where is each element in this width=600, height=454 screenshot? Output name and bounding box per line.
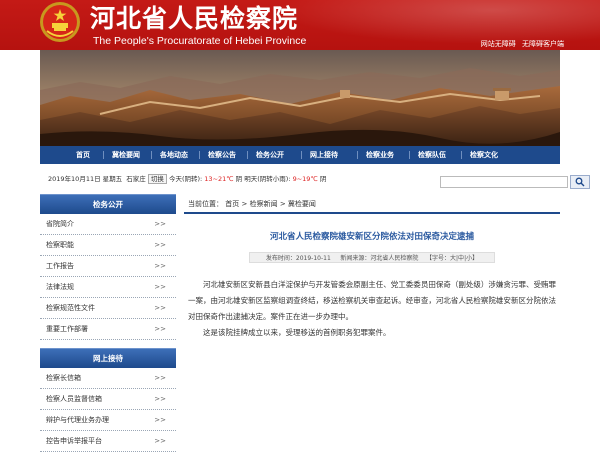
nav-team[interactable]: 检察队伍 <box>418 146 446 164</box>
sidebar-list-online-reception: 检察长信箱 >> 检察人员监督信箱 >> 辩护与代理业务办理 >> 控告申诉举报平台 >… <box>40 368 176 452</box>
sidebar-item-label: 工作报告 <box>46 262 74 270</box>
date-weather: 2019年10月11日 星期五 石家庄 切换 今天(阴转): 13~21℃ 阴 … <box>48 173 327 184</box>
sidebar-item-label: 检察长信箱 <box>46 374 81 382</box>
publish-date-label: 发布时间： <box>265 255 296 262</box>
nav-divider <box>409 151 410 159</box>
article-meta: 发布时间：2019-10-11 新闻来源：河北省人民检察院 【字号：大|中|小】 <box>249 252 495 263</box>
search-button[interactable] <box>570 175 590 189</box>
font-size-medium[interactable]: 中 <box>458 255 464 262</box>
sidebar-item-defense-agency[interactable]: 辩护与代理业务办理 >> <box>40 410 176 431</box>
tomorrow-wind: 阴 <box>319 175 327 183</box>
great-wall-banner <box>40 50 560 146</box>
main-nav: 首页 冀检要闻 各地动态 检察公告 检务公开 网上接待 检察业务 检察队伍 检察… <box>40 146 560 164</box>
article-title: 河北省人民检察院雄安新区分院依法对田保奇决定逮捕 <box>269 232 474 242</box>
nav-hebei-news[interactable]: 冀检要闻 <box>112 146 140 164</box>
sidebar-arrow: >> <box>154 395 166 403</box>
sidebar-item-label: 检察职能 <box>46 241 74 249</box>
sidebar-item-laws[interactable]: 法律法规 >> <box>40 277 176 298</box>
breadcrumb-hebei-news[interactable]: 冀检要闻 <box>288 200 316 208</box>
nav-divider <box>247 151 248 159</box>
tomorrow-temp: 9~19℃ <box>292 175 318 183</box>
sidebar-item-chief-mailbox[interactable]: 检察长信箱 >> <box>40 368 176 389</box>
breadcrumb-news[interactable]: 检察新闻 <box>250 200 278 208</box>
font-size-end: 】 <box>472 255 479 262</box>
site-title-en: The People's Procuratorate of Hebei Prov… <box>93 35 307 47</box>
nav-announcements[interactable]: 检察公告 <box>208 146 236 164</box>
nav-divider <box>199 151 200 159</box>
sidebar-item-supervision-mailbox[interactable]: 检察人员监督信箱 >> <box>40 389 176 410</box>
sidebar-list-public-affairs: 省院简介 >> 检察职能 >> 工作报告 >> 法律法规 >> 检察规范性文件 >> 重要… <box>40 214 176 340</box>
sidebar-arrow: >> <box>154 262 166 270</box>
nav-divider <box>357 151 358 159</box>
sidebar-arrow: >> <box>154 416 166 424</box>
source-label: 新闻来源： <box>340 255 371 262</box>
sidebar-item-label: 重要工作部署 <box>46 325 88 333</box>
sidebar-item-normative-docs[interactable]: 检察规范性文件 >> <box>40 298 176 319</box>
nav-business[interactable]: 检察业务 <box>366 146 394 164</box>
accessibility-client-link[interactable]: 无障碍客户端 <box>522 40 564 48</box>
tomorrow-label: 明天(阴转小雨): <box>244 175 291 183</box>
article-body: 河北雄安新区安新县白洋淀保护与开发管委会原副主任、党工委委员田保奇（副处级）涉嫌… <box>184 277 560 341</box>
sidebar-item-label: 法律法规 <box>46 283 74 291</box>
current-date: 2019年10月11日 星期五 <box>48 175 123 183</box>
sidebar-arrow: >> <box>154 283 166 291</box>
sidebar-arrow: >> <box>154 374 166 382</box>
sidebar-item-intro[interactable]: 省院简介 >> <box>40 214 176 235</box>
sidebar-heading-online-reception: 网上接待 <box>40 348 176 368</box>
info-bar: 2019年10月11日 星期五 石家庄 切换 今天(阴转): 13~21℃ 阴 … <box>40 164 590 194</box>
switch-location-button[interactable]: 切换 <box>147 174 167 184</box>
publish-date: 2019-10-11 <box>295 255 331 262</box>
sidebar-heading-public-affairs: 检务公开 <box>40 194 176 214</box>
news-source: 河北省人民检察院 <box>370 255 419 262</box>
nav-divider <box>151 151 152 159</box>
today-wind: 阴 <box>235 175 243 183</box>
search-icon <box>575 177 585 187</box>
sidebar-arrow: >> <box>154 220 166 228</box>
breadcrumb: 当前位置： 首页 > 检察新闻 > 冀检要闻 <box>184 194 560 214</box>
header-links: 网站无障碍 无障碍客户端 <box>477 39 564 49</box>
breadcrumb-separator: > <box>279 200 286 208</box>
sidebar-item-complaint-platform[interactable]: 控告申诉举报平台 >> <box>40 431 176 452</box>
today-temp: 13~21℃ <box>204 175 234 183</box>
site-title-cn: 河北省人民检察院 <box>90 4 299 33</box>
sidebar-arrow: >> <box>154 437 166 445</box>
national-emblem-icon <box>40 2 80 42</box>
font-size-large[interactable]: 大 <box>450 255 456 262</box>
banner-landscape-image <box>40 50 560 146</box>
sidebar-item-label: 辩护与代理业务办理 <box>46 416 109 424</box>
sidebar-item-functions[interactable]: 检察职能 >> <box>40 235 176 256</box>
nav-public-affairs[interactable]: 检务公开 <box>256 146 284 164</box>
nav-home[interactable]: 首页 <box>76 146 90 164</box>
main-content: 当前位置： 首页 > 检察新闻 > 冀检要闻 河北省人民检察院雄安新区分院依法对… <box>184 194 560 454</box>
sidebar-item-label: 省院简介 <box>46 220 74 228</box>
breadcrumb-prefix: 当前位置： <box>188 200 223 208</box>
sidebar-arrow: >> <box>154 304 166 312</box>
article-paragraph: 这是该院挂牌成立以来，受理移送的首例职务犯罪案件。 <box>203 328 391 337</box>
sidebar-arrow: >> <box>154 241 166 249</box>
sidebar: 检务公开 省院简介 >> 检察职能 >> 工作报告 >> 法律法规 >> 检察规范性文件… <box>40 194 176 452</box>
nav-divider <box>461 151 462 159</box>
sidebar-item-label: 检察规范性文件 <box>46 304 95 312</box>
accessibility-link[interactable]: 网站无障碍 <box>481 40 516 48</box>
today-label: 今天(阴转): <box>168 175 203 183</box>
sidebar-arrow: >> <box>154 325 166 333</box>
nav-culture[interactable]: 检察文化 <box>470 146 498 164</box>
nav-divider <box>103 151 104 159</box>
breadcrumb-home[interactable]: 首页 <box>225 200 239 208</box>
sidebar-item-label: 控告申诉举报平台 <box>46 437 102 445</box>
breadcrumb-separator: > <box>241 200 248 208</box>
nav-online-reception[interactable]: 网上接待 <box>310 146 338 164</box>
font-size-label: 【字号： <box>425 255 450 262</box>
weather-city: 石家庄 <box>126 175 146 183</box>
nav-local-news[interactable]: 各地动态 <box>160 146 188 164</box>
article-paragraph: 河北雄安新区安新县白洋淀保护与开发管委会原副主任、党工委委员田保奇（副处级）涉嫌… <box>188 280 556 321</box>
search-input[interactable] <box>440 176 568 188</box>
sidebar-item-key-work[interactable]: 重要工作部署 >> <box>40 319 176 340</box>
sidebar-item-label: 检察人员监督信箱 <box>46 395 102 403</box>
sidebar-item-reports[interactable]: 工作报告 >> <box>40 256 176 277</box>
nav-divider <box>301 151 302 159</box>
site-header: 河北省人民检察院 The People's Procuratorate of H… <box>0 0 600 50</box>
